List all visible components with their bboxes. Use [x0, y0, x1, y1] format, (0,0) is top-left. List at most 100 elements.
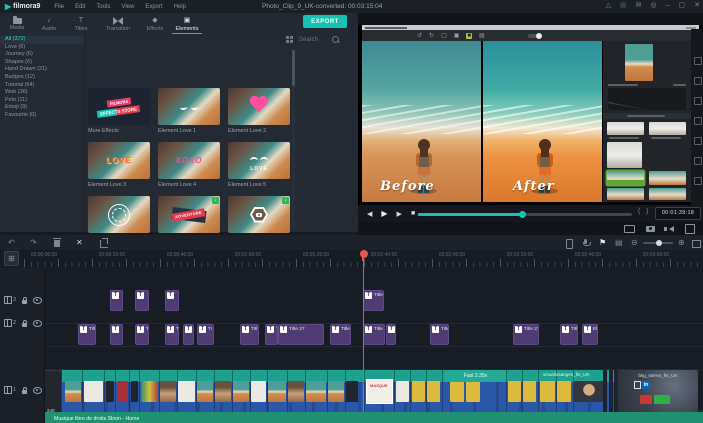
stop-button[interactable]: ■: [411, 210, 415, 217]
menu-file[interactable]: File: [54, 4, 64, 10]
tab-effects[interactable]: ◆ Effects: [140, 14, 170, 35]
element-tile[interactable]: XOXO Element Love 4: [158, 142, 220, 190]
category-favourite[interactable]: Favourite (0): [0, 112, 84, 120]
eye-icon[interactable]: [33, 386, 43, 394]
seek-bar[interactable]: [418, 211, 632, 218]
title-clip[interactable]: TTitle: [363, 290, 384, 311]
category-emoji[interactable]: Emoji (9): [0, 104, 84, 112]
playhead[interactable]: [359, 250, 368, 412]
alert-icon[interactable]: △: [606, 1, 611, 9]
crop-icon[interactable]: [100, 238, 108, 248]
undo-icon[interactable]: ↶: [8, 237, 15, 248]
element-tile[interactable]: LOVE Element Love 5: [228, 142, 290, 190]
bkg-clip[interactable]: bkg_stereo_fin_UK in: [618, 370, 698, 415]
eye-icon[interactable]: [33, 319, 43, 327]
category-love[interactable]: Love (6): [0, 44, 84, 52]
category-badges[interactable]: Badges (12): [0, 74, 84, 82]
mail-icon[interactable]: ✉: [636, 1, 642, 9]
title-clip[interactable]: T: [165, 290, 179, 311]
menu-tools[interactable]: Tools: [96, 4, 110, 10]
volume-icon[interactable]: [664, 225, 674, 232]
minimize-button[interactable]: –: [666, 2, 670, 9]
eye-icon[interactable]: [33, 296, 43, 304]
voiceover-mic-icon[interactable]: [582, 239, 591, 246]
element-tile[interactable]: Element Love 1: [158, 88, 220, 136]
play-button[interactable]: ▶: [381, 209, 387, 218]
tab-elements[interactable]: ▣ Elements: [172, 14, 202, 35]
title-clip[interactable]: T El: [582, 324, 598, 345]
snapshot-icon[interactable]: [646, 225, 655, 232]
tab-titles[interactable]: T Titles: [66, 14, 96, 35]
playhead-pin[interactable]: [359, 250, 368, 261]
maximize-button[interactable]: ▢: [679, 1, 686, 9]
title-clip[interactable]: T Title 27: [513, 324, 539, 345]
library-scrollbar[interactable]: [292, 50, 295, 230]
download-icon[interactable]: ↓: [212, 197, 219, 204]
search-input[interactable]: Search: [299, 36, 340, 43]
category-journey[interactable]: Journey (6): [0, 51, 84, 59]
title-clip[interactable]: T: [386, 324, 396, 345]
menu-edit[interactable]: Edit: [75, 4, 85, 10]
grid-icon[interactable]: ▦: [620, 1, 627, 9]
download-icon[interactable]: ↓: [282, 197, 289, 204]
title-clip[interactable]: T Titl: [240, 324, 259, 345]
zoom-out-icon[interactable]: ⊖: [631, 237, 638, 248]
category-pets[interactable]: Pets (11): [0, 97, 84, 105]
device-icon[interactable]: [566, 239, 573, 249]
title-clip[interactable]: T: [110, 290, 123, 311]
title-clip[interactable]: TTitle: [363, 324, 385, 345]
element-tile[interactable]: Element Love 2: [228, 88, 290, 136]
title-clip[interactable]: T: [183, 324, 194, 345]
category-tutorial[interactable]: Tutorial (64): [0, 82, 84, 90]
video-clip-first[interactable]: 240: [44, 370, 62, 415]
grid-view-icon[interactable]: [286, 36, 293, 43]
category-web[interactable]: Web (36): [0, 89, 84, 97]
element-tile[interactable]: LOVE Element Love 3: [88, 142, 150, 190]
mark-in-icon[interactable]: (: [638, 208, 640, 215]
timeline-zoom-slider[interactable]: [643, 240, 673, 246]
menu-view[interactable]: View: [121, 4, 134, 10]
timeline-ruler[interactable]: ⊞ 00:00:00:00 00:00:20:00 00:00:40:00 00:01…: [0, 250, 703, 269]
close-button[interactable]: ✕: [694, 1, 700, 9]
fullscreen-icon[interactable]: [685, 223, 695, 234]
title-clip[interactable]: T Title 27: [278, 324, 324, 345]
previous-frame-button[interactable]: ◀: [367, 210, 372, 218]
tab-audio[interactable]: ♪ Audio: [34, 14, 64, 35]
mixer-icon[interactable]: ▤: [615, 237, 623, 248]
title-clip[interactable]: TT: [165, 324, 179, 345]
redo-icon[interactable]: ↷: [30, 237, 37, 248]
title-clip[interactable]: TTitle: [560, 324, 578, 345]
title-clip[interactable]: T Titl: [78, 324, 96, 345]
tab-media[interactable]: Media: [2, 14, 32, 35]
export-button[interactable]: EXPORT: [303, 15, 347, 28]
mark-out-icon[interactable]: ): [646, 208, 648, 215]
title-clip[interactable]: TTi: [197, 324, 214, 345]
category-hand[interactable]: Hand Drawn (21): [0, 66, 84, 74]
title-clip[interactable]: TTitle: [430, 324, 449, 345]
category-all[interactable]: All (372): [0, 36, 84, 44]
display-icon[interactable]: [624, 224, 635, 233]
delete-icon[interactable]: [53, 238, 61, 247]
seek-knob[interactable]: [519, 211, 526, 218]
title-clip[interactable]: TTitle 2: [330, 324, 351, 345]
title-clip[interactable]: TT: [135, 324, 149, 345]
marker-icon[interactable]: ⚑: [599, 237, 606, 248]
lock-icon[interactable]: [22, 386, 28, 394]
zoom-fit-icon[interactable]: [692, 240, 701, 248]
category-shapes[interactable]: Shapes (6): [0, 59, 84, 67]
lock-icon[interactable]: [22, 319, 28, 327]
zoom-in-icon[interactable]: ⊕: [678, 237, 685, 248]
mic-icon[interactable]: ◎: [650, 1, 656, 9]
title-clip[interactable]: T: [110, 324, 123, 345]
manage-tracks-button[interactable]: ⊞: [4, 251, 19, 266]
next-frame-button[interactable]: ▶: [397, 210, 402, 218]
speed-effect-clip[interactable]: Fast 3.35x: [445, 370, 506, 382]
element-tile[interactable]: FILMORA EFFECTS STORE More Effects: [88, 88, 150, 136]
title-clip[interactable]: TTi: [265, 324, 278, 345]
zoom-slider-knob[interactable]: [656, 240, 662, 246]
menu-help[interactable]: Help: [174, 4, 186, 10]
lock-icon[interactable]: [22, 296, 28, 304]
audio-clip[interactable]: Musique libre de droits Sloon - Home: [44, 412, 703, 423]
title-clip[interactable]: T: [135, 290, 149, 311]
menu-export[interactable]: Export: [145, 4, 162, 10]
